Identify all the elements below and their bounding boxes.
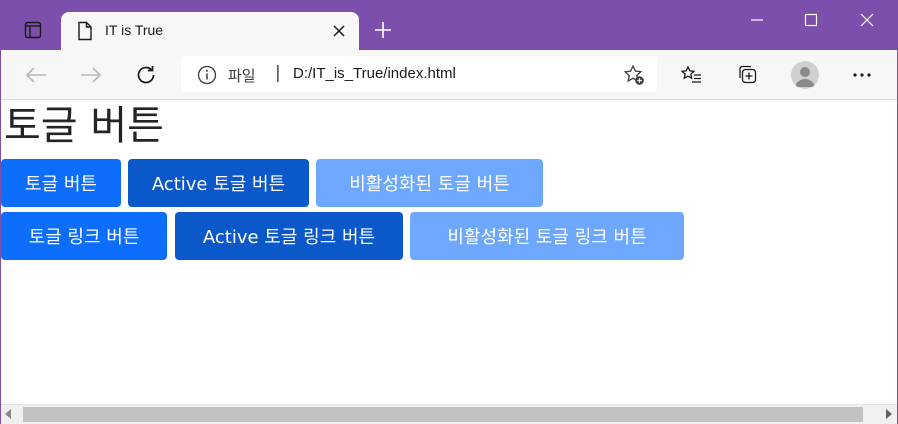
profile-icon[interactable] xyxy=(791,61,819,89)
info-icon[interactable] xyxy=(197,65,217,89)
address-bar[interactable]: 파일 | D:/IT_is_True/index.html xyxy=(181,56,657,92)
forward-arrow-icon[interactable] xyxy=(76,60,106,90)
page-content: 토글 버튼 토글 버튼 Active 토글 버튼 비활성화된 토글 버튼 토글 … xyxy=(1,100,897,404)
url-text[interactable]: D:/IT_is_True/index.html xyxy=(293,65,456,82)
favorites-list-icon[interactable] xyxy=(677,61,705,89)
window-close-icon[interactable] xyxy=(839,0,895,40)
disabled-toggle-button: 비활성화된 토글 버튼 xyxy=(316,159,543,207)
minimize-icon[interactable] xyxy=(729,0,785,40)
horizontal-scrollbar[interactable] xyxy=(1,404,897,424)
close-icon[interactable] xyxy=(329,21,349,41)
page-icon xyxy=(77,21,93,45)
maximize-icon[interactable] xyxy=(783,0,839,40)
browser-tab[interactable]: IT is True xyxy=(61,12,359,50)
title-bar: IT is True xyxy=(1,0,897,50)
more-icon[interactable] xyxy=(848,61,876,89)
disabled-toggle-link-button: 비활성화된 토글 링크 버튼 xyxy=(410,212,684,260)
plus-icon[interactable] xyxy=(369,16,397,44)
active-toggle-link-button[interactable]: Active 토글 링크 버튼 xyxy=(175,212,403,260)
scroll-right-icon[interactable] xyxy=(886,409,892,419)
address-separator: | xyxy=(275,63,281,83)
refresh-icon[interactable] xyxy=(131,60,161,90)
scroll-left-icon[interactable] xyxy=(5,409,11,419)
browser-window: IT is True 파일 | D:/IT_is_True/index.html… xyxy=(1,0,897,424)
page-title: 토글 버튼 xyxy=(4,103,164,149)
scrollbar-thumb[interactable] xyxy=(23,407,863,422)
active-toggle-button[interactable]: Active 토글 버튼 xyxy=(128,159,309,207)
tab-actions-icon[interactable] xyxy=(15,12,51,48)
browser-toolbar: 파일 | D:/IT_is_True/index.html xyxy=(1,50,897,100)
file-scheme-label: 파일 xyxy=(228,67,256,85)
toggle-button[interactable]: 토글 버튼 xyxy=(1,159,121,207)
tab-title: IT is True xyxy=(105,22,164,38)
star-add-icon[interactable] xyxy=(623,64,645,90)
collections-icon[interactable] xyxy=(734,61,762,89)
toggle-link-button[interactable]: 토글 링크 버튼 xyxy=(1,212,167,260)
back-arrow-icon[interactable] xyxy=(21,60,51,90)
